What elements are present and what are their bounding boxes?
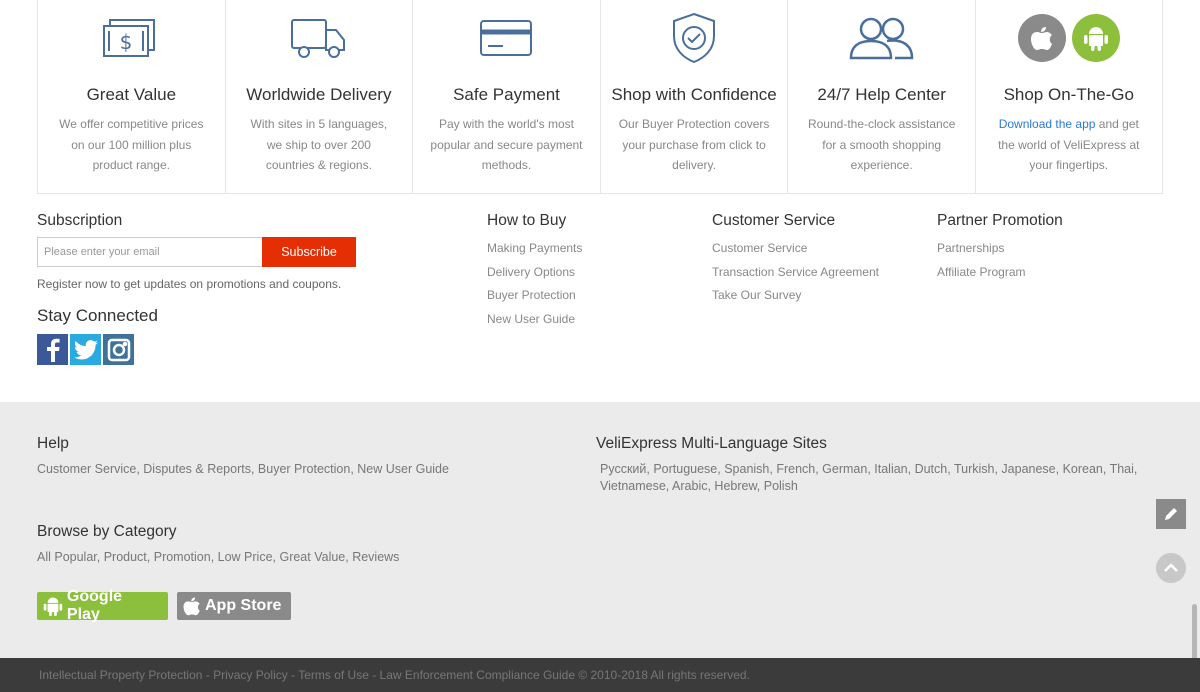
link-new-user-guide[interactable]: New User Guide xyxy=(487,308,582,332)
subscription-note: Register now to get updates on promotion… xyxy=(37,277,342,291)
apple-icon xyxy=(183,597,200,616)
how-to-buy-title: How to Buy xyxy=(487,212,567,229)
help-title: Help xyxy=(37,435,69,452)
multi-language-title: VeliExpress Multi-Language Sites xyxy=(596,435,827,452)
subscription-form: Please enter your email Subscribe xyxy=(37,237,357,267)
feature-desc: With sites in 5 languages, we ship to ov… xyxy=(250,117,388,172)
subscribe-button[interactable]: Subscribe xyxy=(262,237,356,267)
link-buyer-protection[interactable]: Buyer Protection xyxy=(487,284,582,308)
twitter-icon[interactable] xyxy=(70,334,101,365)
feature-title: 24/7 Help Center xyxy=(817,85,946,104)
link-making-payments[interactable]: Making Payments xyxy=(487,237,582,261)
instagram-icon[interactable] xyxy=(103,334,134,365)
credit-card-icon xyxy=(413,12,600,64)
help-links[interactable]: Customer Service, Disputes & Reports, Bu… xyxy=(37,461,449,478)
feature-desc: Download the app and get the world of Ve… xyxy=(998,117,1140,172)
feature-title: Shop with Confidence xyxy=(611,85,777,104)
android-icon[interactable] xyxy=(1071,14,1120,62)
facebook-icon[interactable] xyxy=(37,334,68,365)
footer-bottom-bar: Intellectual Property Protection - Priva… xyxy=(0,658,1200,692)
social-links xyxy=(37,334,134,365)
people-icon xyxy=(788,12,975,64)
email-input[interactable]: Please enter your email xyxy=(37,237,262,267)
feature-shop-with-confidence: Shop with Confidence Our Buyer Protectio… xyxy=(599,0,788,193)
scrollbar[interactable] xyxy=(1192,604,1197,664)
how-to-buy-list: Making Payments Delivery Options Buyer P… xyxy=(487,237,582,331)
pencil-icon xyxy=(1165,508,1177,520)
feature-help-center: 24/7 Help Center Round-the-clock assista… xyxy=(787,0,975,193)
feature-worldwide-delivery: Worldwide Delivery With sites in 5 langu… xyxy=(224,0,413,193)
partner-promotion-title: Partner Promotion xyxy=(937,212,1063,229)
feature-title: Safe Payment xyxy=(453,85,560,104)
link-affiliate-program[interactable]: Affiliate Program xyxy=(937,261,1025,285)
browse-title: Browse by Category xyxy=(37,523,177,540)
link-customer-service[interactable]: Customer Service xyxy=(712,237,879,261)
customer-service-title: Customer Service xyxy=(712,212,836,229)
android-icon xyxy=(43,597,63,616)
features-row: $ Great Value We offer competitive price… xyxy=(37,0,1163,194)
chevron-up-icon xyxy=(1164,563,1178,572)
link-transaction-agreement[interactable]: Transaction Service Agreement xyxy=(712,261,879,285)
feature-shop-on-the-go: Shop On-The-Go Download the app and get … xyxy=(974,0,1163,193)
truck-icon xyxy=(226,12,413,64)
partner-promotion-list: Partnerships Affiliate Program xyxy=(937,237,1025,284)
google-play-label: Google Play xyxy=(66,588,123,623)
customer-service-list: Customer Service Transaction Service Agr… xyxy=(712,237,879,308)
google-play-button[interactable]: Google Play xyxy=(37,588,168,623)
link-take-survey[interactable]: Take Our Survey xyxy=(712,284,879,308)
link-partnerships[interactable]: Partnerships xyxy=(937,237,1025,261)
feature-great-value: $ Great Value We offer competitive price… xyxy=(37,0,225,193)
browse-links[interactable]: All Popular, Product, Promotion, Low Pri… xyxy=(37,549,399,566)
feature-title: Shop On-The-Go xyxy=(1003,85,1134,104)
edit-button[interactable] xyxy=(1156,499,1186,529)
app-store-button[interactable]: App Store xyxy=(177,592,291,620)
feature-desc: Round-the-clock assistance for a smooth … xyxy=(807,117,956,172)
apple-icon[interactable] xyxy=(1017,14,1066,62)
feature-safe-payment: Safe Payment Pay with the world's most p… xyxy=(412,0,600,193)
feature-title: Great Value xyxy=(86,85,177,104)
money-icon: $ xyxy=(38,12,225,64)
feature-desc: Our Buyer Protection covers your purchas… xyxy=(618,117,770,172)
back-to-top-button[interactable] xyxy=(1156,553,1186,583)
feature-desc: We offer competitive prices on our 100 m… xyxy=(59,117,204,172)
subscription-title: Subscription xyxy=(37,212,123,229)
feature-desc: Pay with the world's most popular and se… xyxy=(430,117,583,172)
footer-gray: Help Customer Service, Disputes & Report… xyxy=(0,402,1200,658)
feature-title: Worldwide Delivery xyxy=(246,85,392,104)
footer-middle: Subscription Please enter your email Sub… xyxy=(0,194,1200,402)
svg-text:$: $ xyxy=(120,30,133,54)
shield-check-icon xyxy=(601,12,788,64)
download-app-link[interactable]: Download the app xyxy=(999,117,1096,131)
multi-language-links[interactable]: Русский, Portuguese, Spanish, French, Ge… xyxy=(600,461,1145,495)
stay-connected-title: Stay Connected xyxy=(37,306,158,325)
legal-links[interactable]: Intellectual Property Protection - Priva… xyxy=(39,668,750,682)
app-icons xyxy=(976,12,1162,64)
app-store-label: App Store xyxy=(205,597,282,614)
link-delivery-options[interactable]: Delivery Options xyxy=(487,261,582,285)
